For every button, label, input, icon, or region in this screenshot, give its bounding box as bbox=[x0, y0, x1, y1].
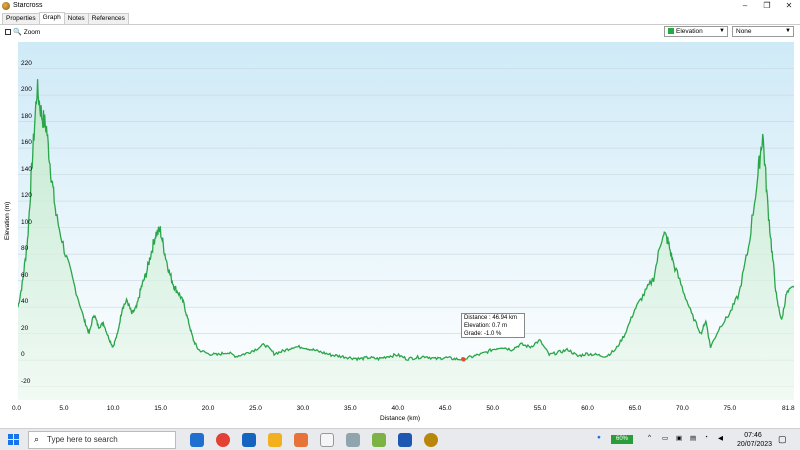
battery-indicator[interactable]: 60% bbox=[611, 435, 633, 444]
secondary-series-select[interactable]: None ▼ bbox=[732, 26, 794, 37]
wifi-icon[interactable]: ◔ bbox=[704, 434, 708, 441]
tooltip-distance: Distance : 46.94 km bbox=[464, 315, 518, 321]
edge-icon[interactable] bbox=[190, 433, 204, 447]
zoom-label: Zoom bbox=[23, 28, 41, 36]
x-tick-label: 81.8 bbox=[782, 405, 795, 412]
y-tick-label: 40 bbox=[21, 298, 29, 306]
y-tick-label: 80 bbox=[21, 245, 29, 253]
weather-icon[interactable]: ● bbox=[597, 434, 601, 441]
chevron-down-icon: ▼ bbox=[785, 28, 791, 34]
word-icon[interactable] bbox=[398, 433, 412, 447]
x-tick-label: 0.0 bbox=[12, 405, 22, 412]
y-tick-label: 200 bbox=[21, 86, 32, 94]
y-tick-label: 180 bbox=[21, 112, 32, 120]
tray-icon-1[interactable]: ▭ bbox=[662, 434, 668, 442]
tooltip-grade: Grade: -1.0 % bbox=[464, 331, 502, 337]
y-tick-label: 0 bbox=[21, 351, 25, 359]
series-select[interactable]: Elevation ▼ bbox=[664, 26, 728, 37]
clock-date: 20/07/2023 bbox=[737, 441, 773, 448]
x-tick-label: 75.0 bbox=[723, 405, 737, 412]
minimize-button[interactable]: – bbox=[734, 0, 756, 12]
x-tick-label: 30.0 bbox=[296, 405, 310, 412]
x-tick-label: 60.0 bbox=[581, 405, 594, 412]
maximize-button[interactable]: ❐ bbox=[756, 0, 778, 12]
x-tick-label: 20.0 bbox=[201, 405, 215, 412]
notifications-icon[interactable]: ▢ bbox=[778, 434, 787, 445]
x-tick-label: 5.0 bbox=[59, 405, 69, 412]
app-icon-orange[interactable] bbox=[294, 433, 308, 447]
tab-references[interactable]: References bbox=[87, 13, 129, 24]
chrome-icon[interactable] bbox=[216, 433, 230, 447]
y-tick-label: 160 bbox=[21, 139, 32, 147]
zoom-checkbox[interactable] bbox=[5, 29, 11, 35]
x-tick-label: 35.0 bbox=[344, 405, 357, 412]
chevron-down-icon: ▼ bbox=[719, 28, 725, 34]
y-axis-title: Elevation (m) bbox=[4, 201, 11, 240]
y-tick-label: 220 bbox=[21, 59, 32, 67]
window-title: Starcross bbox=[13, 2, 43, 9]
close-button[interactable]: ✕ bbox=[778, 0, 800, 12]
tab-notes[interactable]: Notes bbox=[63, 13, 89, 24]
x-tick-label: 25.0 bbox=[249, 405, 262, 412]
x-tick-label: 45.0 bbox=[438, 405, 452, 412]
x-tick-label: 50.0 bbox=[486, 405, 499, 412]
clock[interactable]: 07:46 20/07/2023 bbox=[737, 431, 773, 449]
y-tick-label: -20 bbox=[21, 377, 31, 385]
x-tick-label: 55.0 bbox=[533, 405, 547, 412]
document-icon[interactable] bbox=[320, 433, 334, 447]
zoom-toggle[interactable]: 🔍 Zoom bbox=[5, 28, 40, 36]
y-tick-label: 120 bbox=[21, 192, 32, 200]
app-icon-blue[interactable] bbox=[242, 433, 256, 447]
magnifier-icon: 🔍 bbox=[13, 29, 22, 36]
tab-bar: Properties Graph Notes References bbox=[2, 12, 129, 24]
taskbar: Type here to search ⌕ ● 60% ^ ▭ ▣ ▤ ◔ ◀ … bbox=[0, 428, 800, 450]
tooltip-elevation: Elevation: 0.7 m bbox=[464, 323, 508, 329]
clock-time: 07:46 bbox=[744, 432, 762, 439]
tray-icon-3[interactable]: ▤ bbox=[690, 434, 696, 442]
secondary-select-value: None bbox=[736, 28, 752, 35]
app-window: Starcross – ❐ ✕ Properties Graph Notes R… bbox=[0, 0, 800, 428]
series-select-value: Elevation bbox=[676, 28, 703, 35]
app-icon-green[interactable] bbox=[372, 433, 386, 447]
series-color-swatch bbox=[668, 28, 674, 34]
x-axis-title: Distance (km) bbox=[380, 415, 421, 422]
app-icon-grey[interactable] bbox=[346, 433, 360, 447]
app-icon bbox=[2, 2, 10, 10]
cursor-marker bbox=[461, 357, 466, 362]
file-explorer-icon[interactable] bbox=[268, 433, 282, 447]
x-tick-label: 10.0 bbox=[106, 405, 120, 412]
elevation-chart[interactable] bbox=[18, 42, 794, 400]
windows-start-icon[interactable] bbox=[8, 434, 20, 446]
tray-icon-2[interactable]: ▣ bbox=[676, 434, 682, 442]
volume-icon[interactable]: ◀ bbox=[718, 434, 723, 442]
tab-graph[interactable]: Graph bbox=[38, 12, 65, 24]
title-bar: Starcross – ❐ ✕ bbox=[0, 0, 800, 13]
tab-divider bbox=[0, 24, 800, 25]
x-tick-label: 15.0 bbox=[154, 405, 167, 412]
tab-properties[interactable]: Properties bbox=[2, 13, 40, 24]
chevron-up-icon[interactable]: ^ bbox=[648, 434, 651, 441]
chart-tooltip: Distance : 46.94 km Elevation: 0.7 m Gra… bbox=[461, 313, 525, 338]
x-tick-label: 70.0 bbox=[676, 405, 689, 412]
y-tick-label: 20 bbox=[21, 324, 29, 332]
x-tick-label: 40.0 bbox=[391, 405, 405, 412]
starcross-app-icon[interactable] bbox=[424, 433, 438, 447]
x-tick-label: 65.0 bbox=[628, 405, 642, 412]
search-icon: ⌕ bbox=[34, 434, 40, 444]
y-tick-label: 60 bbox=[21, 271, 29, 279]
y-tick-label: 140 bbox=[21, 165, 32, 173]
taskbar-search-input[interactable]: Type here to search bbox=[28, 431, 176, 449]
y-tick-label: 100 bbox=[21, 218, 32, 226]
